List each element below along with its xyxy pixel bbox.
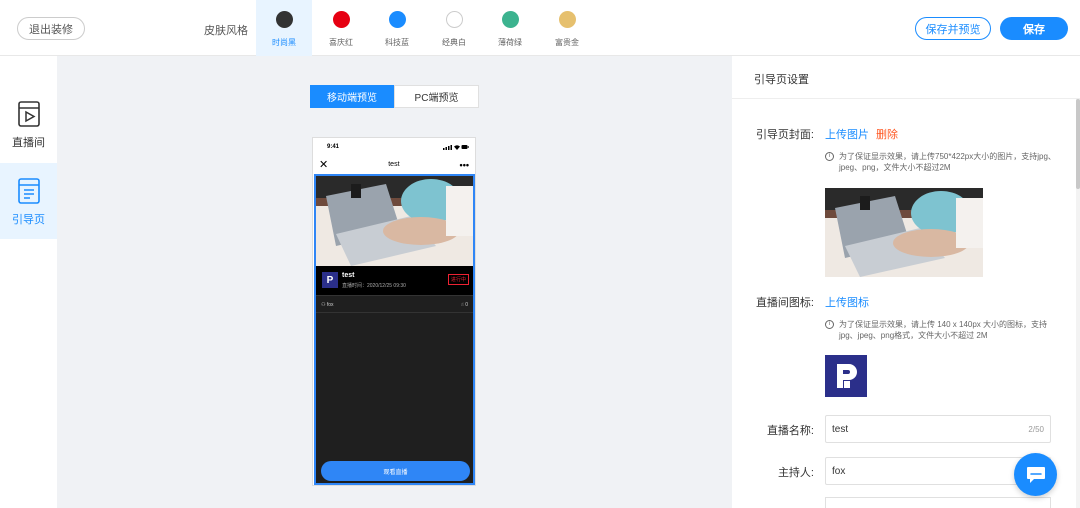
skin-option-label: 富贵金 [555,38,579,47]
upload-cover-link[interactable]: 上传图片 [825,126,869,142]
more-icon: ••• [459,159,469,170]
video-page-icon [17,101,40,127]
close-icon: ✕ [319,159,329,171]
cover-field-label: 引导页封面: [755,129,814,141]
live-room-logo: P [322,272,338,288]
color-dot [445,11,463,28]
user-icon: ⚇ [321,301,326,308]
sidebar-item-live-room[interactable]: 直播间 [0,86,57,162]
panel-title: 引导页设置 [754,74,809,86]
live-name-input[interactable]: test 2/50 [825,415,1051,443]
skin-option-mint-green[interactable]: 薄荷绿 [482,0,538,56]
exit-decoration-button[interactable]: 退出装修 [17,17,85,40]
char-count: 2/50 [1028,424,1044,434]
thumb-icon: ☝ [460,301,464,308]
skin-option-label: 时尚黑 [272,38,296,47]
sidebar-item-guide-page[interactable]: 引导页 [0,163,57,239]
tab-mobile-preview[interactable]: 移动端预览 [310,85,394,108]
live-title: test [342,272,355,279]
cover-tip: i 为了保证显示效果，请上传750*422px大小的图片，支持jpg、jpeg、… [825,151,1057,173]
delete-cover-link[interactable]: 删除 [876,126,898,142]
status-badge: 进行中 [447,274,469,285]
p-logo-icon [825,355,867,397]
host-field-label: 主持人: [777,467,814,479]
status-time: 9:41 [327,144,340,150]
live-name-value: test [832,423,849,435]
skin-option-fashion-black[interactable]: 时尚黑 [256,0,312,56]
name-field-label: 直播名称: [766,425,814,437]
info-icon: i [825,152,834,161]
color-dot [275,11,293,28]
sidebar-item-label: 直播间 [12,137,45,149]
color-dot [501,11,519,28]
signal-battery-icon [443,145,469,150]
top-bar: 退出装修 皮肤风格 时尚黑 喜庆红 科技蓝 经典白 薄荷绿 富贵金 保存并预览 … [0,0,1080,56]
skin-option-rich-gold[interactable]: 富贵金 [539,0,595,56]
phone-page-title: test [388,161,400,168]
phone-status-bar: 9:41 [313,138,475,156]
color-dot [388,11,406,28]
info-icon: i [825,320,834,329]
host-info: ⚇ fox [321,302,334,308]
icon-tip: i 为了保证显示效果，请上传 140 x 140px 大小的图标，支持jpg、j… [825,319,1057,341]
host-row: ⚇ fox ☝ 0 [316,297,473,313]
preview-mode-tabs: 移动端预览 PC端预览 [310,85,479,108]
viewer-count-value: 0 [465,301,468,308]
scrollbar-thumb[interactable] [1076,99,1080,189]
chat-support-button[interactable] [1014,453,1057,496]
skin-option-label: 经典白 [442,38,466,47]
icon-field-label: 直播间图标: [755,297,814,309]
skin-option-festive-red[interactable]: 喜庆红 [313,0,369,56]
tab-pc-preview[interactable]: PC端预览 [394,85,479,108]
guide-page-preview: P test 直播时间：2020/12/25 09:30 进行中 ⚇ fox ☝… [314,174,475,485]
cover-tip-text: 为了保证显示效果，请上传750*422px大小的图片，支持jpg、jpeg、pn… [839,152,1056,172]
icon-tip-text: 为了保证显示效果，请上传 140 x 140px 大小的图标，支持jpg、jpe… [839,320,1048,340]
phone-nav-bar: ✕ test ••• [313,156,475,173]
sidebar: 直播间 引导页 [0,56,57,508]
save-button[interactable]: 保存 [1000,17,1068,40]
live-time: 直播时间：2020/12/25 09:30 [342,283,406,289]
mobile-preview-frame: 9:41 ✕ test ••• P test 直播时间：2020/12/25 0… [312,137,476,486]
host-name: fox [326,301,334,308]
cover-thumbnail [825,188,983,277]
skin-style-label: 皮肤风格 [204,25,248,37]
viewer-count: ☝ 0 [461,302,468,308]
rich-text-toolbar[interactable] [825,497,1051,508]
chat-icon [1026,466,1045,483]
color-dot [332,11,350,28]
color-dot [558,11,576,28]
skin-option-label: 薄荷绿 [498,38,522,47]
host-value: fox [832,465,846,477]
live-info-bar: P test 直播时间：2020/12/25 09:30 进行中 [316,266,473,296]
cover-image [316,176,473,266]
divider [732,98,1080,99]
sidebar-item-label: 引导页 [12,214,45,226]
skin-option-classic-white[interactable]: 经典白 [426,0,482,56]
skin-option-label: 科技蓝 [385,38,409,47]
upload-icon-link[interactable]: 上传图标 [825,294,869,310]
watch-live-button[interactable]: 观看直播 [321,461,470,481]
live-room-logo-preview [825,355,867,397]
skin-option-tech-blue[interactable]: 科技蓝 [369,0,425,56]
document-icon [17,178,40,204]
skin-option-label: 喜庆红 [329,38,353,47]
save-and-preview-button[interactable]: 保存并预览 [915,17,991,40]
guide-page-settings-panel: 引导页设置 引导页封面: 上传图片 删除 i 为了保证显示效果，请上传750*4… [732,56,1080,508]
